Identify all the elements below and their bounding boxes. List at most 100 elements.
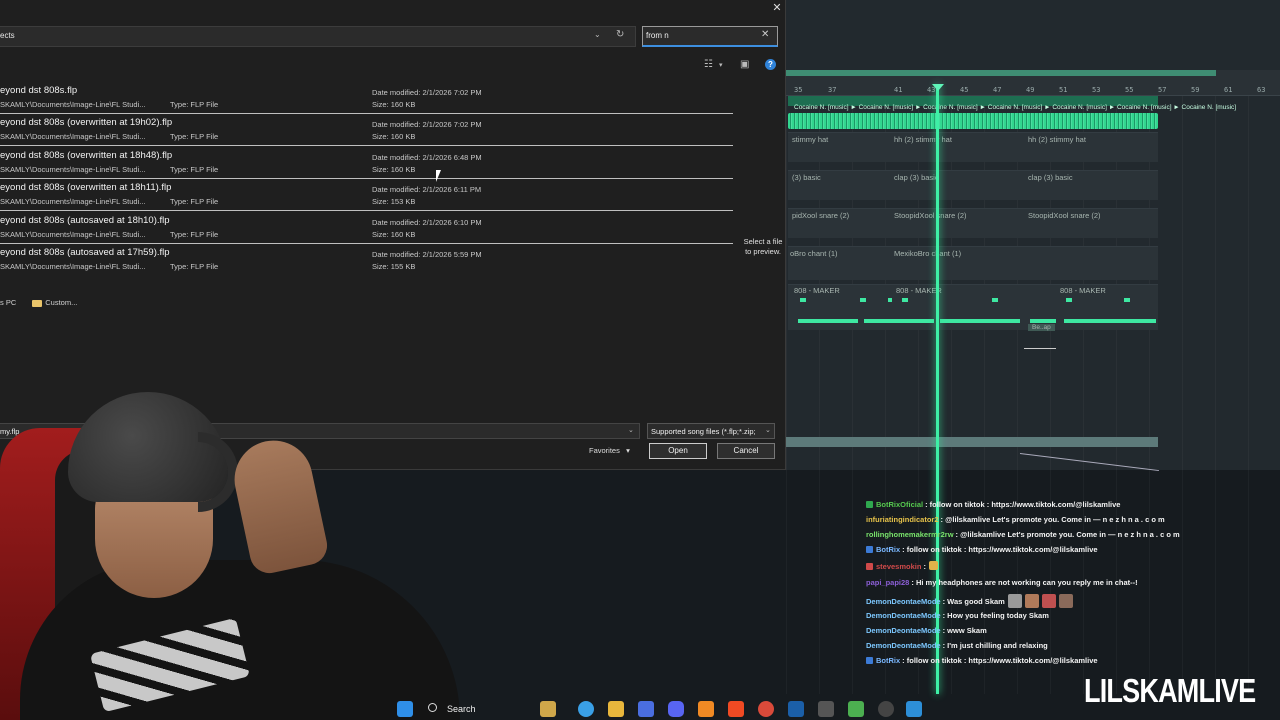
chat-user: DemonDeontaeMode — [866, 641, 941, 650]
preview-placeholder: Select a file to preview. — [743, 237, 783, 256]
file-size: Size: 155 KB — [372, 262, 416, 271]
playlist-ruler[interactable]: 35 37 41 43 45 47 49 51 53 55 57 59 61 6… — [786, 70, 1280, 96]
address-bar[interactable]: ects ⌄ ↻ — [0, 26, 636, 47]
clip-label: 808 - MAKER — [896, 286, 942, 295]
chat-user: stevesmokin — [876, 562, 922, 571]
chat-message: papi_papi28: Hi my headphones are not wo… — [866, 578, 1138, 587]
location-this-pc[interactable]: s PC — [0, 298, 16, 307]
fl-studio-icon[interactable] — [698, 701, 714, 717]
search-value: from n — [646, 31, 669, 40]
clip-label: oBro chant (1) — [790, 249, 838, 258]
chat-user: BotRix — [876, 545, 901, 554]
automation-clip[interactable] — [1024, 343, 1056, 349]
location-custom[interactable]: Custom... — [45, 298, 77, 307]
folder-icon[interactable] — [608, 701, 624, 717]
bot-badge-icon — [866, 546, 873, 553]
file-name: eyond dst 808s (overwritten at 18h48).fl… — [0, 150, 173, 161]
photos-icon[interactable] — [906, 701, 922, 717]
emote-icon — [1007, 594, 1022, 608]
ruler-number: 51 — [1059, 86, 1068, 94]
clip-label: clap (3) basic — [1028, 173, 1073, 182]
note — [1066, 298, 1072, 302]
app-icon[interactable] — [818, 701, 834, 717]
chrome-icon[interactable] — [758, 701, 774, 717]
file-row[interactable]: eyond dst 808s.flp SKAMLY\Documents\Imag… — [0, 82, 733, 114]
file-row[interactable]: eyond dst 808s (overwritten at 19h02).fl… — [0, 114, 733, 146]
store-icon[interactable] — [638, 701, 654, 717]
clip-label: stimmy hat — [792, 135, 829, 144]
favorites-dropdown[interactable]: Favorites ▾ — [589, 446, 630, 455]
chat-message: rollinghomemakermr2rw: @lilskamlive Let'… — [866, 530, 1180, 539]
emote-icon — [1058, 594, 1073, 608]
file-size: Size: 160 KB — [372, 230, 416, 239]
note — [800, 298, 806, 302]
search-locations: s PC Custom... — [0, 298, 77, 307]
chevron-down-icon[interactable]: ⌄ — [628, 426, 634, 434]
help-icon[interactable]: ? — [765, 59, 776, 70]
playlist-track[interactable] — [788, 132, 1158, 162]
taskbar-search[interactable]: Search — [422, 701, 530, 719]
note — [1064, 319, 1156, 323]
file-size: Size: 160 KB — [372, 132, 416, 141]
brave-icon[interactable] — [728, 701, 744, 717]
file-type: Type: FLP File — [170, 197, 219, 206]
music-waveform-clip[interactable] — [788, 113, 1158, 129]
cancel-button[interactable]: Cancel — [717, 443, 775, 459]
address-path: ects — [0, 31, 15, 40]
windows-start-icon[interactable] — [397, 701, 413, 717]
small-clip-label[interactable]: Be..ap — [1028, 324, 1055, 331]
playlist-track[interactable] — [788, 246, 1158, 280]
file-name: eyond dst 808s.flp — [0, 85, 78, 96]
preview-pane-icon[interactable]: ▣ — [740, 59, 749, 70]
emote-icon — [928, 561, 938, 570]
clip-label: MexikoBro chant (1) — [894, 249, 962, 258]
file-name: eyond dst 808s (overwritten at 19h02).fl… — [0, 117, 173, 128]
file-type-select[interactable]: Supported song files (*.flp;*.zip; ⌄ — [647, 423, 775, 439]
chevron-down-icon[interactable]: ⌄ — [594, 30, 601, 39]
discord-icon[interactable] — [668, 701, 684, 717]
file-row[interactable]: eyond dst 808s (overwritten at 18h11).fl… — [0, 179, 733, 211]
file-row[interactable]: eyond dst 808s (autosaved at 18h10).flp … — [0, 212, 733, 244]
file-row[interactable]: eyond dst 808s (overwritten at 18h48).fl… — [0, 147, 733, 179]
game-icon[interactable] — [848, 701, 864, 717]
chat-user: DemonDeontaeMode — [866, 597, 941, 606]
open-button[interactable]: Open — [649, 443, 707, 459]
chat-message: DemonDeontaeMode: How you feeling today … — [866, 611, 1049, 620]
view-options-icon[interactable]: ☷ — [704, 59, 713, 70]
file-row[interactable]: eyond dst 808s (autosaved at 17h59).flp … — [0, 244, 733, 276]
song-position-strip[interactable] — [786, 70, 1216, 76]
search-input[interactable]: from n ✕ — [642, 26, 778, 47]
folder-icon — [32, 299, 43, 307]
playlist-scrollbar[interactable] — [786, 437, 1158, 447]
copilot-icon[interactable] — [540, 701, 556, 717]
chat-user: DemonDeontaeMode — [866, 611, 941, 620]
playlist-track[interactable] — [788, 170, 1158, 200]
chevron-down-icon[interactable]: ▾ — [719, 61, 723, 69]
chat-message: BotRix: follow on tiktok : https://www.t… — [866, 545, 1098, 554]
file-type: Type: FLP File — [170, 262, 219, 271]
file-path: SKAMLY\Documents\Image-Line\FL Studi... — [0, 262, 146, 271]
chat-message: infuriatingindicator2: @lilskamlive Let'… — [866, 515, 1165, 524]
chat-text: : www Skam — [942, 626, 987, 635]
file-path: SKAMLY\Documents\Image-Line\FL Studi... — [0, 197, 146, 206]
steam-icon[interactable] — [788, 701, 804, 717]
clear-search-icon[interactable]: ✕ — [761, 29, 769, 40]
chat-text: : Hi my headphones are not working can y… — [911, 578, 1138, 587]
close-icon[interactable]: ✕ — [768, 0, 786, 16]
refresh-icon[interactable]: ↻ — [616, 29, 624, 40]
file-type: Type: FLP File — [170, 165, 219, 174]
music-clip-header[interactable]: Cocaine N. [music] ► Cocaine N. [music] … — [788, 96, 1236, 111]
4k-icon[interactable] — [878, 701, 894, 717]
note — [864, 319, 934, 323]
edge-icon[interactable] — [578, 701, 594, 717]
note — [992, 298, 998, 302]
note — [1030, 319, 1056, 323]
clip-label: 808 - MAKER — [794, 286, 840, 295]
chat-user: rollinghomemakermr2rw — [866, 530, 954, 539]
file-name: eyond dst 808s (autosaved at 17h59).flp — [0, 247, 170, 258]
chevron-down-icon: ▾ — [626, 446, 630, 455]
chat-text: : How you feeling today Skam — [942, 611, 1049, 620]
playhead-marker[interactable] — [932, 84, 944, 91]
ruler-number: 49 — [1026, 86, 1035, 94]
file-name: eyond dst 808s (overwritten at 18h11).fl… — [0, 182, 172, 193]
